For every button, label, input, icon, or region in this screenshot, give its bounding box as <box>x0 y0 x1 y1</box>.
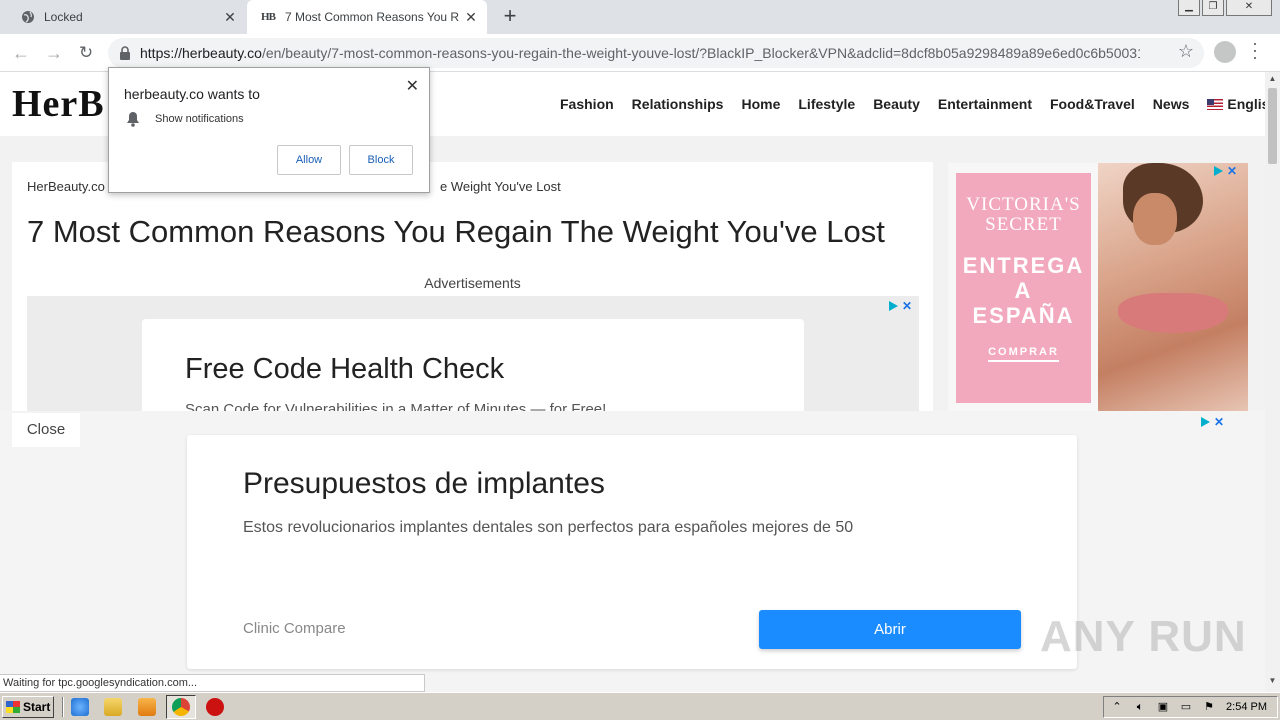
nav-item-news[interactable]: News <box>1153 96 1190 112</box>
bell-icon <box>126 111 140 127</box>
scroll-up-icon[interactable]: ▲ <box>1265 74 1280 83</box>
vertical-scrollbar[interactable]: ▲ <box>1265 72 1280 692</box>
ad-description: Estos revolucionarios implantes dentales… <box>243 519 854 536</box>
volume-icon[interactable]: 🔈︎ <box>1133 701 1147 714</box>
tab-strip: Locked ✕ HB 7 Most Common Reasons You Re… <box>0 0 1280 34</box>
minimize-button[interactable]: ▁ <box>1178 0 1200 16</box>
tab-close-icon[interactable]: ✕ <box>218 9 242 26</box>
chrome-icon[interactable] <box>172 698 190 716</box>
ad-title[interactable]: Presupuestos de implantes <box>243 467 605 501</box>
system-tray: ⌃ 🔈︎ ▣ ▭ ⚑ 2:54 PM <box>1103 696 1278 718</box>
breadcrumb-current: e Weight You've Lost <box>440 179 561 194</box>
forward-arrow-icon[interactable]: → <box>42 41 66 65</box>
profile-avatar-icon[interactable] <box>1214 41 1236 63</box>
ad-close-icon[interactable]: ✕ <box>1214 415 1224 429</box>
tab-herbeauty[interactable]: HB 7 Most Common Reasons You Regain ✕ <box>247 0 487 34</box>
nav-item-food-travel[interactable]: Food&Travel <box>1050 96 1135 112</box>
breadcrumb-home-link[interactable]: HerBeauty.co <box>27 179 105 194</box>
windows-logo-icon <box>6 701 20 713</box>
dialog-title: herbeauty.co wants to <box>124 86 260 102</box>
close-window-button[interactable]: ✕ <box>1226 0 1272 16</box>
implant-ad[interactable]: Presupuestos de implantes Estos revoluci… <box>187 435 1077 669</box>
opera-icon[interactable] <box>206 698 224 716</box>
ad-close-icon[interactable]: ✕ <box>902 299 912 313</box>
clock: 2:54 PM <box>1226 701 1267 713</box>
monitor-icon[interactable]: ▭ <box>1179 701 1193 714</box>
language-label: English <box>1227 96 1265 112</box>
tab-title: Locked <box>44 10 83 24</box>
nav-item-lifestyle[interactable]: Lifestyle <box>798 96 855 112</box>
article-card: HerBeauty.co e Weight You've Lost 7 Most… <box>12 162 933 429</box>
adchoices-icon[interactable]: ✕ <box>1214 164 1237 178</box>
new-tab-button[interactable]: + <box>498 5 522 29</box>
block-button[interactable]: Block <box>349 145 413 175</box>
close-ad-button[interactable]: Close <box>12 413 80 447</box>
start-label: Start <box>23 700 51 714</box>
close-icon[interactable]: ✕ <box>406 76 419 96</box>
herbeauty-favicon-icon: HB <box>261 11 276 23</box>
window-controls: ▁ ❐ ✕ <box>1178 0 1272 16</box>
ad-promo: ENTREGA A ESPAÑA <box>962 253 1085 328</box>
sidebar-ad[interactable]: VICTORIA'S SECRET ENTREGA A ESPAÑA COMPR… <box>948 163 1248 412</box>
start-button[interactable]: Start <box>2 696 54 718</box>
nav-item-home[interactable]: Home <box>741 96 780 112</box>
us-flag-icon <box>1207 98 1224 110</box>
scroll-down-icon[interactable]: ▼ <box>1265 676 1280 692</box>
breadcrumb: HerBeauty.co e Weight You've Lost <box>27 179 561 194</box>
top-ad[interactable]: Free Code Health Check Scan Code for Vul… <box>27 296 919 429</box>
globe-icon <box>20 9 36 25</box>
scrollbar-thumb[interactable] <box>1268 88 1277 164</box>
permission-label: Show notifications <box>155 113 244 125</box>
flag-icon[interactable]: ⚑ <box>1202 701 1216 714</box>
lock-icon[interactable] <box>118 45 132 61</box>
tab-locked[interactable]: Locked ✕ <box>0 0 246 34</box>
nav-item-fashion[interactable]: Fashion <box>560 96 614 112</box>
tab-title: 7 Most Common Reasons You Regain <box>285 10 459 24</box>
url-text[interactable]: https://herbeauty.co/en/beauty/7-most-co… <box>140 45 1140 61</box>
advertisements-label: Advertisements <box>424 275 521 291</box>
language-selector[interactable]: English ⌵ <box>1207 96 1265 112</box>
main-nav: Fashion Relationships Home Lifestyle Bea… <box>560 96 1265 112</box>
notification-permission-dialog: herbeauty.co wants to ✕ Show notificatio… <box>108 67 430 193</box>
anyrun-watermark: ANY RUN <box>1040 612 1247 661</box>
model-photo <box>1098 163 1248 412</box>
address-bar[interactable]: https://herbeauty.co/en/beauty/7-most-co… <box>108 38 1204 68</box>
site-logo[interactable]: HerB <box>12 82 105 126</box>
open-ad-button[interactable]: Abrir <box>759 610 1021 649</box>
status-bar: Waiting for tpc.googlesyndication.com... <box>0 674 425 692</box>
reload-icon[interactable]: ↻ <box>74 41 98 65</box>
adchoices-icon[interactable]: ✕ <box>1201 415 1224 429</box>
ad-advertiser: Clinic Compare <box>243 620 346 637</box>
ad-brand: VICTORIA'S SECRET <box>966 194 1081 235</box>
permission-row: Show notifications <box>126 111 244 127</box>
bookmark-star-icon[interactable]: ☆ <box>1178 41 1194 62</box>
ad-title[interactable]: Free Code Health Check <box>185 353 504 386</box>
maximize-button[interactable]: ❐ <box>1202 0 1224 16</box>
ad-close-icon[interactable]: ✕ <box>1227 164 1237 178</box>
victorias-secret-panel[interactable]: VICTORIA'S SECRET ENTREGA A ESPAÑA COMPR… <box>956 173 1091 403</box>
back-arrow-icon[interactable]: ← <box>9 41 33 65</box>
page-title: 7 Most Common Reasons You Regain The Wei… <box>27 214 885 249</box>
allow-button[interactable]: Allow <box>277 145 341 175</box>
folder-icon[interactable] <box>104 698 122 716</box>
nav-item-beauty[interactable]: Beauty <box>873 96 920 112</box>
ad-cta-link[interactable]: COMPRAR <box>988 346 1059 362</box>
tray-expand-icon[interactable]: ⌃ <box>1110 701 1124 714</box>
taskbar: Start ⌃ 🔈︎ ▣ ▭ ⚑ 2:54 PM <box>0 692 1280 720</box>
network-icon[interactable]: ▣ <box>1156 701 1170 714</box>
nav-item-relationships[interactable]: Relationships <box>632 96 724 112</box>
menu-kebab-icon[interactable]: · · · <box>1250 34 1260 66</box>
adchoices-icon[interactable]: ✕ <box>889 299 912 313</box>
tab-close-icon[interactable]: ✕ <box>459 9 483 26</box>
media-player-icon[interactable] <box>138 698 156 716</box>
nav-item-entertainment[interactable]: Entertainment <box>938 96 1032 112</box>
internet-explorer-icon[interactable] <box>71 698 89 716</box>
